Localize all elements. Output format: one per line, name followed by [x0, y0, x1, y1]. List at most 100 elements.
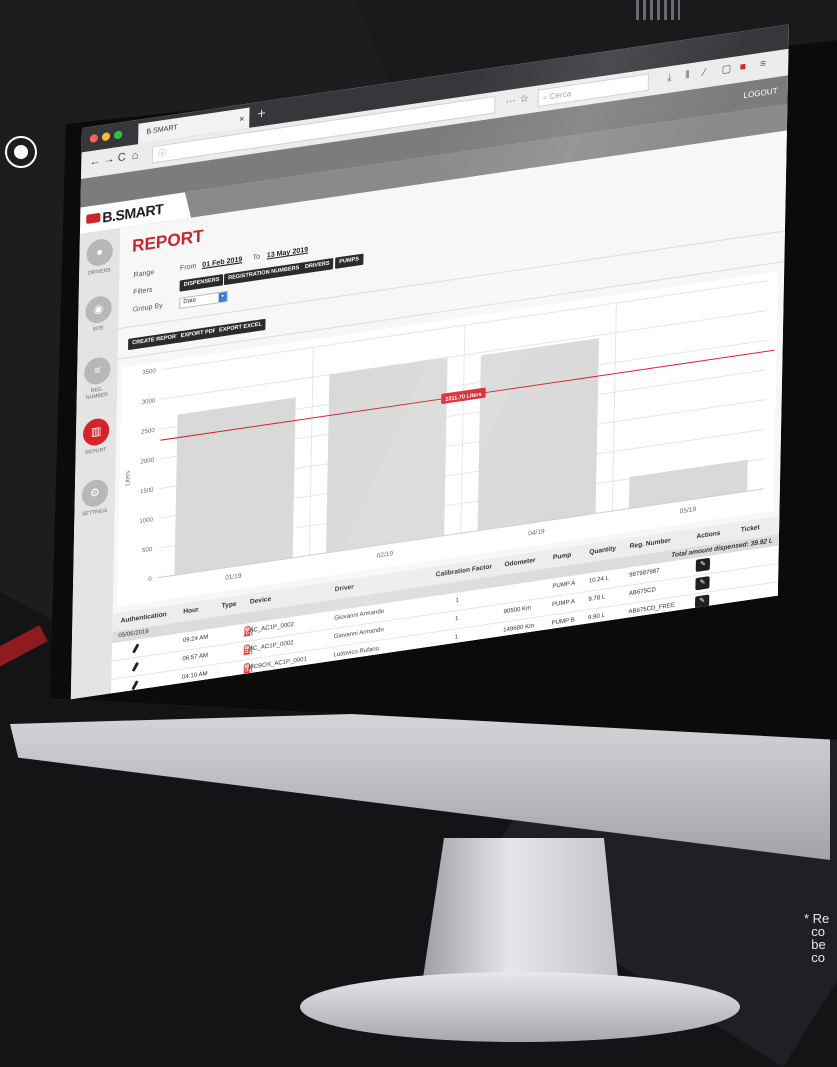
pipette-icon[interactable]: ⁄	[703, 67, 705, 78]
export-pdf-button[interactable]: EXPORT PDF	[176, 325, 221, 343]
cell-quantity: 9.78 L	[588, 594, 606, 604]
background-red-stripe	[0, 625, 48, 693]
cell-hour: 06:57 AM	[182, 652, 209, 663]
new-tab-button[interactable]: +	[257, 104, 266, 122]
sidebar-item-drivers[interactable]: ● DRIVERS	[84, 237, 115, 277]
from-label: From	[179, 262, 197, 273]
home-icon[interactable]: ⌂	[132, 149, 139, 162]
monitor-screen: B.SMART × + ← → C ⌂ ⓘ ··· ☆ ⌕ Cerca ⤓ ⫴ …	[70, 24, 790, 700]
download-icon[interactable]: ⤓	[667, 72, 672, 84]
cell-calibration: 1	[455, 615, 459, 623]
to-date-picker[interactable]: 13 May 2019	[267, 246, 308, 259]
sidebar-icon[interactable]: ▢	[722, 63, 732, 76]
sidebar-item-label: SITE	[92, 325, 104, 333]
bookmark-star-icon[interactable]: ☆	[520, 93, 529, 106]
footnote-text: * Re co be co	[804, 911, 830, 965]
cell-odometer: 90500 Km	[503, 605, 532, 616]
cell-driver: Giovanni Armando	[333, 626, 384, 641]
sidebar-item-label: REPORT	[85, 446, 107, 457]
extension-icon[interactable]: ■	[740, 61, 746, 73]
cell-quantity: 10.24 L	[588, 575, 610, 585]
cell-calibration: 1	[455, 597, 459, 605]
from-date-picker[interactable]: 01 Feb 2019	[202, 256, 242, 269]
column-header[interactable]: Pump	[553, 552, 571, 562]
list-icon: ≡	[83, 355, 111, 387]
cell-hour: 04:10 AM	[181, 671, 208, 681]
window-zoom-dot[interactable]	[114, 130, 123, 140]
column-header[interactable]: Hour	[183, 606, 198, 615]
menu-icon[interactable]: ≡	[760, 58, 766, 70]
search-placeholder: Cerca	[549, 88, 572, 102]
sidebar-item-settings[interactable]: ⚙ SETTINGS	[79, 478, 110, 518]
filter-registration-numbers-button[interactable]: REGISTRATION NUMBERS	[223, 262, 304, 286]
export-excel-button[interactable]: EXPORT EXCEL	[214, 318, 267, 338]
logo-car-icon	[86, 213, 100, 224]
sidebar-item-reg-number[interactable]: ≡ REG. NUMBER	[82, 355, 113, 401]
cell-driver: Giovanni Armando	[334, 608, 385, 622]
group-by-select[interactable]: Date ▾	[179, 290, 228, 310]
reload-icon[interactable]: C	[118, 151, 126, 164]
tab-close-icon[interactable]: ×	[239, 108, 245, 129]
column-header[interactable]: Ticket	[741, 524, 760, 534]
gear-icon: ⚙	[81, 478, 109, 509]
fuel-nozzle-icon	[131, 661, 140, 672]
to-label: To	[252, 253, 261, 262]
cell-pump: PUMP A	[552, 580, 576, 590]
sidebar-item-report[interactable]: ▥ REPORT	[81, 416, 112, 457]
column-header[interactable]: Type	[222, 601, 237, 610]
bar-chart-icon: ▥	[82, 416, 110, 448]
chevron-down-icon: ▾	[218, 291, 227, 303]
sidebar-item-site[interactable]: ◉ SITE	[83, 294, 114, 334]
sidebar-item-label: SETTINGS	[81, 507, 108, 518]
user-icon: ●	[86, 237, 114, 268]
more-actions-icon[interactable]: ···	[505, 95, 515, 108]
cell-pump: PUMP B	[551, 617, 575, 627]
back-icon[interactable]: ←	[89, 155, 100, 169]
column-header[interactable]: Device	[250, 596, 271, 606]
filters-label: Filters	[133, 286, 153, 297]
cell-device: AC_AC1P_0002	[248, 640, 294, 653]
library-icon[interactable]: ⫴	[685, 69, 689, 81]
column-header[interactable]: Driver	[335, 583, 354, 593]
window-close-dot[interactable]	[89, 133, 98, 144]
range-label: Range	[133, 268, 155, 280]
fuel-nozzle-icon	[132, 643, 140, 654]
chart-bar	[325, 357, 448, 553]
group-by-label: Group By	[132, 302, 163, 314]
y-axis-label: Liters	[124, 470, 131, 486]
chart-bar	[174, 397, 296, 576]
column-header[interactable]: Calibration Factor	[436, 563, 492, 578]
background-grill	[636, 0, 680, 20]
cell-reg-number: 987987987	[629, 568, 660, 579]
column-header[interactable]: Actions	[696, 530, 720, 541]
column-header[interactable]: Odometer	[504, 557, 535, 569]
sidebar-item-label: REG. NUMBER	[85, 386, 108, 402]
fuel-nozzle-icon	[131, 680, 139, 691]
location-pin-icon: ◉	[85, 294, 112, 325]
page-title: REPORT	[131, 226, 204, 256]
create-report-button[interactable]: CREATE REPORT	[128, 330, 184, 351]
sidebar-item-label: DRIVERS	[88, 267, 111, 277]
edit-icon[interactable]: ✎	[695, 557, 711, 573]
group-by-value: Date	[183, 297, 197, 306]
chart-bar	[477, 338, 600, 531]
filter-pumps-button[interactable]: PUMPS	[335, 253, 364, 269]
logout-button[interactable]: LOGOUT	[743, 86, 777, 100]
report-panel: REPORT Range From 01 Feb 2019 To 13 May …	[111, 130, 787, 699]
site-info-icon[interactable]: ⓘ	[158, 148, 166, 158]
column-header[interactable]: Reg. Number	[630, 537, 671, 550]
tab-title: B.SMART	[146, 124, 178, 136]
column-header[interactable]: Quantity	[589, 545, 616, 556]
logo-text: B.SMART	[102, 200, 164, 226]
window-minimize-dot[interactable]	[101, 132, 111, 142]
forward-icon[interactable]: →	[103, 153, 114, 167]
cell-quantity: 9.90 L	[587, 612, 605, 622]
column-header[interactable]: Authentication	[121, 611, 167, 625]
edit-icon[interactable]: ✎	[695, 576, 710, 591]
cell-hour: 09:24 AM	[182, 634, 209, 645]
filter-dispensers-button[interactable]: DISPENSERS	[179, 274, 224, 292]
cell-reg-number: AB675CD	[628, 587, 656, 598]
monitor-stand-base	[300, 972, 740, 1042]
cell-device: AC_AC1P_0002	[249, 621, 294, 635]
filter-drivers-button[interactable]: DRIVERS	[300, 257, 334, 274]
